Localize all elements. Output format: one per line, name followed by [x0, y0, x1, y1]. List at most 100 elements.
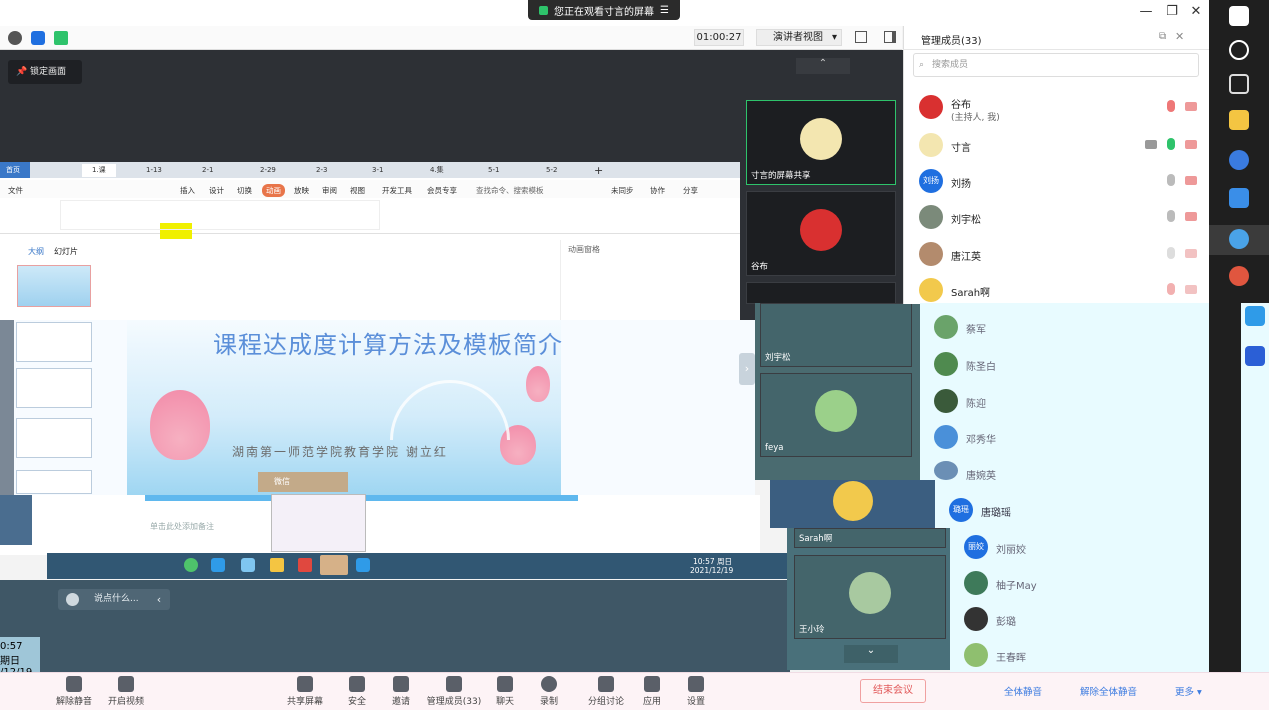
tab-doc-2[interactable]: 1-13 [146, 164, 162, 177]
unmute-button[interactable]: 解除静音 [54, 672, 94, 710]
lock-screen-button[interactable]: 📌 锁定画面 [8, 60, 82, 84]
member-search-input[interactable]: ⌕ 搜索成员 [913, 53, 1199, 77]
record-button[interactable]: 录制 [534, 672, 564, 710]
close-icon[interactable]: ✕ [1175, 30, 1184, 43]
browser-icon[interactable] [1229, 150, 1249, 170]
command-search[interactable]: 查找命令、搜索模板 [476, 185, 544, 196]
slide-thumbnail-1[interactable] [17, 265, 91, 307]
view-mode-select[interactable]: 演讲者视图 ▾ [756, 29, 842, 46]
mic-muted-icon[interactable] [1167, 283, 1175, 295]
slide-thumbnail-5[interactable] [16, 470, 92, 494]
video-tile-feya[interactable]: feya [760, 373, 912, 457]
video-tile-host[interactable]: 谷布 [746, 191, 896, 276]
tab-doc-9[interactable]: 5-2 [546, 164, 557, 177]
camera-off-icon[interactable] [1185, 285, 1197, 294]
member-row[interactable]: 刘宇松 [903, 200, 1209, 236]
slide-thumbnail-3[interactable] [16, 368, 92, 408]
more-button[interactable]: 更多 ▾ [1175, 684, 1202, 698]
cortana-icon[interactable] [1229, 40, 1249, 60]
menu-animation[interactable]: 动画 [262, 184, 285, 197]
apps-button[interactable]: 应用 [638, 672, 666, 710]
popout-icon[interactable]: ⧉ [1159, 31, 1166, 42]
member-row[interactable]: 寸言 [903, 128, 1209, 164]
tab-doc-6[interactable]: 3-1 [372, 164, 383, 177]
menu-insert[interactable]: 插入 [180, 185, 195, 196]
outline-tab[interactable]: 大纲 [28, 246, 44, 257]
video-tile-share[interactable]: 寸言的屏幕共享 [746, 100, 896, 185]
menu-sync[interactable]: 未同步 [611, 185, 634, 196]
shield-icon[interactable] [31, 31, 45, 45]
member-row[interactable]: 唐婉英 [920, 455, 1225, 482]
member-row[interactable]: 谷布 (主持人, 我) [903, 90, 1209, 126]
meeting-rail-icon[interactable] [1229, 229, 1249, 249]
screen-share-banner[interactable]: 您正在观看寸言的屏幕 ☰ [528, 0, 680, 20]
mic-icon[interactable] [1167, 247, 1175, 259]
member-row[interactable]: 陈迎 [920, 383, 1225, 419]
mic-on-icon[interactable] [1167, 138, 1175, 150]
member-row[interactable]: 陈圣白 [920, 346, 1225, 382]
menu-member[interactable]: 会员专享 [427, 185, 457, 196]
menu-developer[interactable]: 开发工具 [382, 185, 412, 196]
mute-all-button[interactable]: 全体静音 [1004, 684, 1042, 698]
video-tile-partial[interactable] [746, 282, 896, 304]
menu-review[interactable]: 审阅 [322, 185, 337, 196]
tab-doc-4[interactable]: 2-29 [260, 164, 276, 177]
menu-design[interactable]: 设计 [209, 185, 224, 196]
tab-doc-7[interactable]: 4.集 [430, 164, 444, 177]
member-row[interactable]: 邓秀华 [920, 419, 1225, 455]
chevron-up-icon[interactable]: ⌃ [796, 58, 850, 74]
mic-muted-icon[interactable] [1167, 100, 1175, 112]
minimize-button[interactable]: — [1136, 4, 1156, 19]
tab-home[interactable]: 首页 [6, 164, 20, 177]
emoji-icon[interactable] [66, 593, 79, 606]
end-meeting-button[interactable]: 结束会议 [860, 679, 926, 703]
video-tile-wangxiaoling[interactable]: 王小玲 [794, 555, 946, 639]
chat-button[interactable]: 聊天 [490, 672, 520, 710]
video-tile-liuyusong[interactable]: 刘宇松 [760, 303, 912, 367]
member-row[interactable]: Sarah啊 [903, 273, 1209, 303]
signal-icon[interactable] [54, 31, 68, 45]
sidebar-toggle-icon[interactable] [884, 31, 896, 43]
task-view-icon[interactable] [1229, 74, 1249, 94]
app-icon-3[interactable] [1245, 306, 1265, 326]
chevron-right-icon[interactable]: › [739, 353, 755, 385]
menu-icon[interactable]: ☰ [660, 5, 669, 16]
tab-doc-1[interactable]: 1.课 [82, 164, 116, 177]
tab-doc-3[interactable]: 2-1 [202, 164, 213, 177]
powerpoint-icon[interactable] [1229, 266, 1249, 286]
restore-button[interactable]: ❐ [1162, 4, 1182, 19]
windows-start-icon[interactable] [1229, 6, 1249, 26]
camera-off-icon[interactable] [1185, 140, 1197, 149]
menu-view[interactable]: 视图 [350, 185, 365, 196]
tab-doc-8[interactable]: 5-1 [488, 164, 499, 177]
menu-slideshow[interactable]: 放映 [294, 185, 309, 196]
notes-hint[interactable]: 单击此处添加备注 [150, 521, 214, 532]
close-button[interactable]: ✕ [1186, 4, 1206, 19]
file-explorer-icon[interactable] [1229, 110, 1249, 130]
security-button[interactable]: 安全 [342, 672, 372, 710]
start-video-button[interactable]: 开启视频 [106, 672, 146, 710]
new-tab-icon[interactable]: + [594, 164, 603, 177]
member-row[interactable]: 唐江英 [903, 237, 1209, 273]
manage-members-button[interactable]: 管理成员(33) [426, 672, 482, 710]
animation-gallery[interactable] [60, 200, 380, 230]
member-row[interactable]: 刘扬 刘扬 [903, 164, 1209, 200]
slide-thumbnail-2[interactable] [16, 322, 92, 362]
unmute-all-button[interactable]: 解除全体静音 [1080, 684, 1137, 698]
member-row[interactable]: 璐瑶 唐璐瑶 [935, 492, 1241, 528]
camera-off-icon[interactable] [1185, 249, 1197, 258]
camera-off-icon[interactable] [1185, 102, 1197, 111]
word-icon[interactable] [1245, 346, 1265, 366]
collapse-chat-icon[interactable]: ‹ [147, 589, 171, 610]
chevron-down-icon[interactable]: ⌄ [844, 645, 898, 663]
mic-icon[interactable] [1167, 210, 1175, 222]
menu-file[interactable]: 文件 [8, 185, 23, 196]
slides-tab[interactable]: 幻灯片 [54, 246, 78, 257]
info-icon[interactable] [8, 31, 22, 45]
menu-share[interactable]: 分享 [683, 185, 698, 196]
breakout-button[interactable]: 分组讨论 [588, 672, 624, 710]
camera-off-icon[interactable] [1185, 176, 1197, 185]
fullscreen-icon[interactable] [855, 31, 867, 43]
video-tile-sarah[interactable]: Sarah啊 [794, 528, 946, 548]
feishu-icon[interactable] [1229, 188, 1249, 208]
